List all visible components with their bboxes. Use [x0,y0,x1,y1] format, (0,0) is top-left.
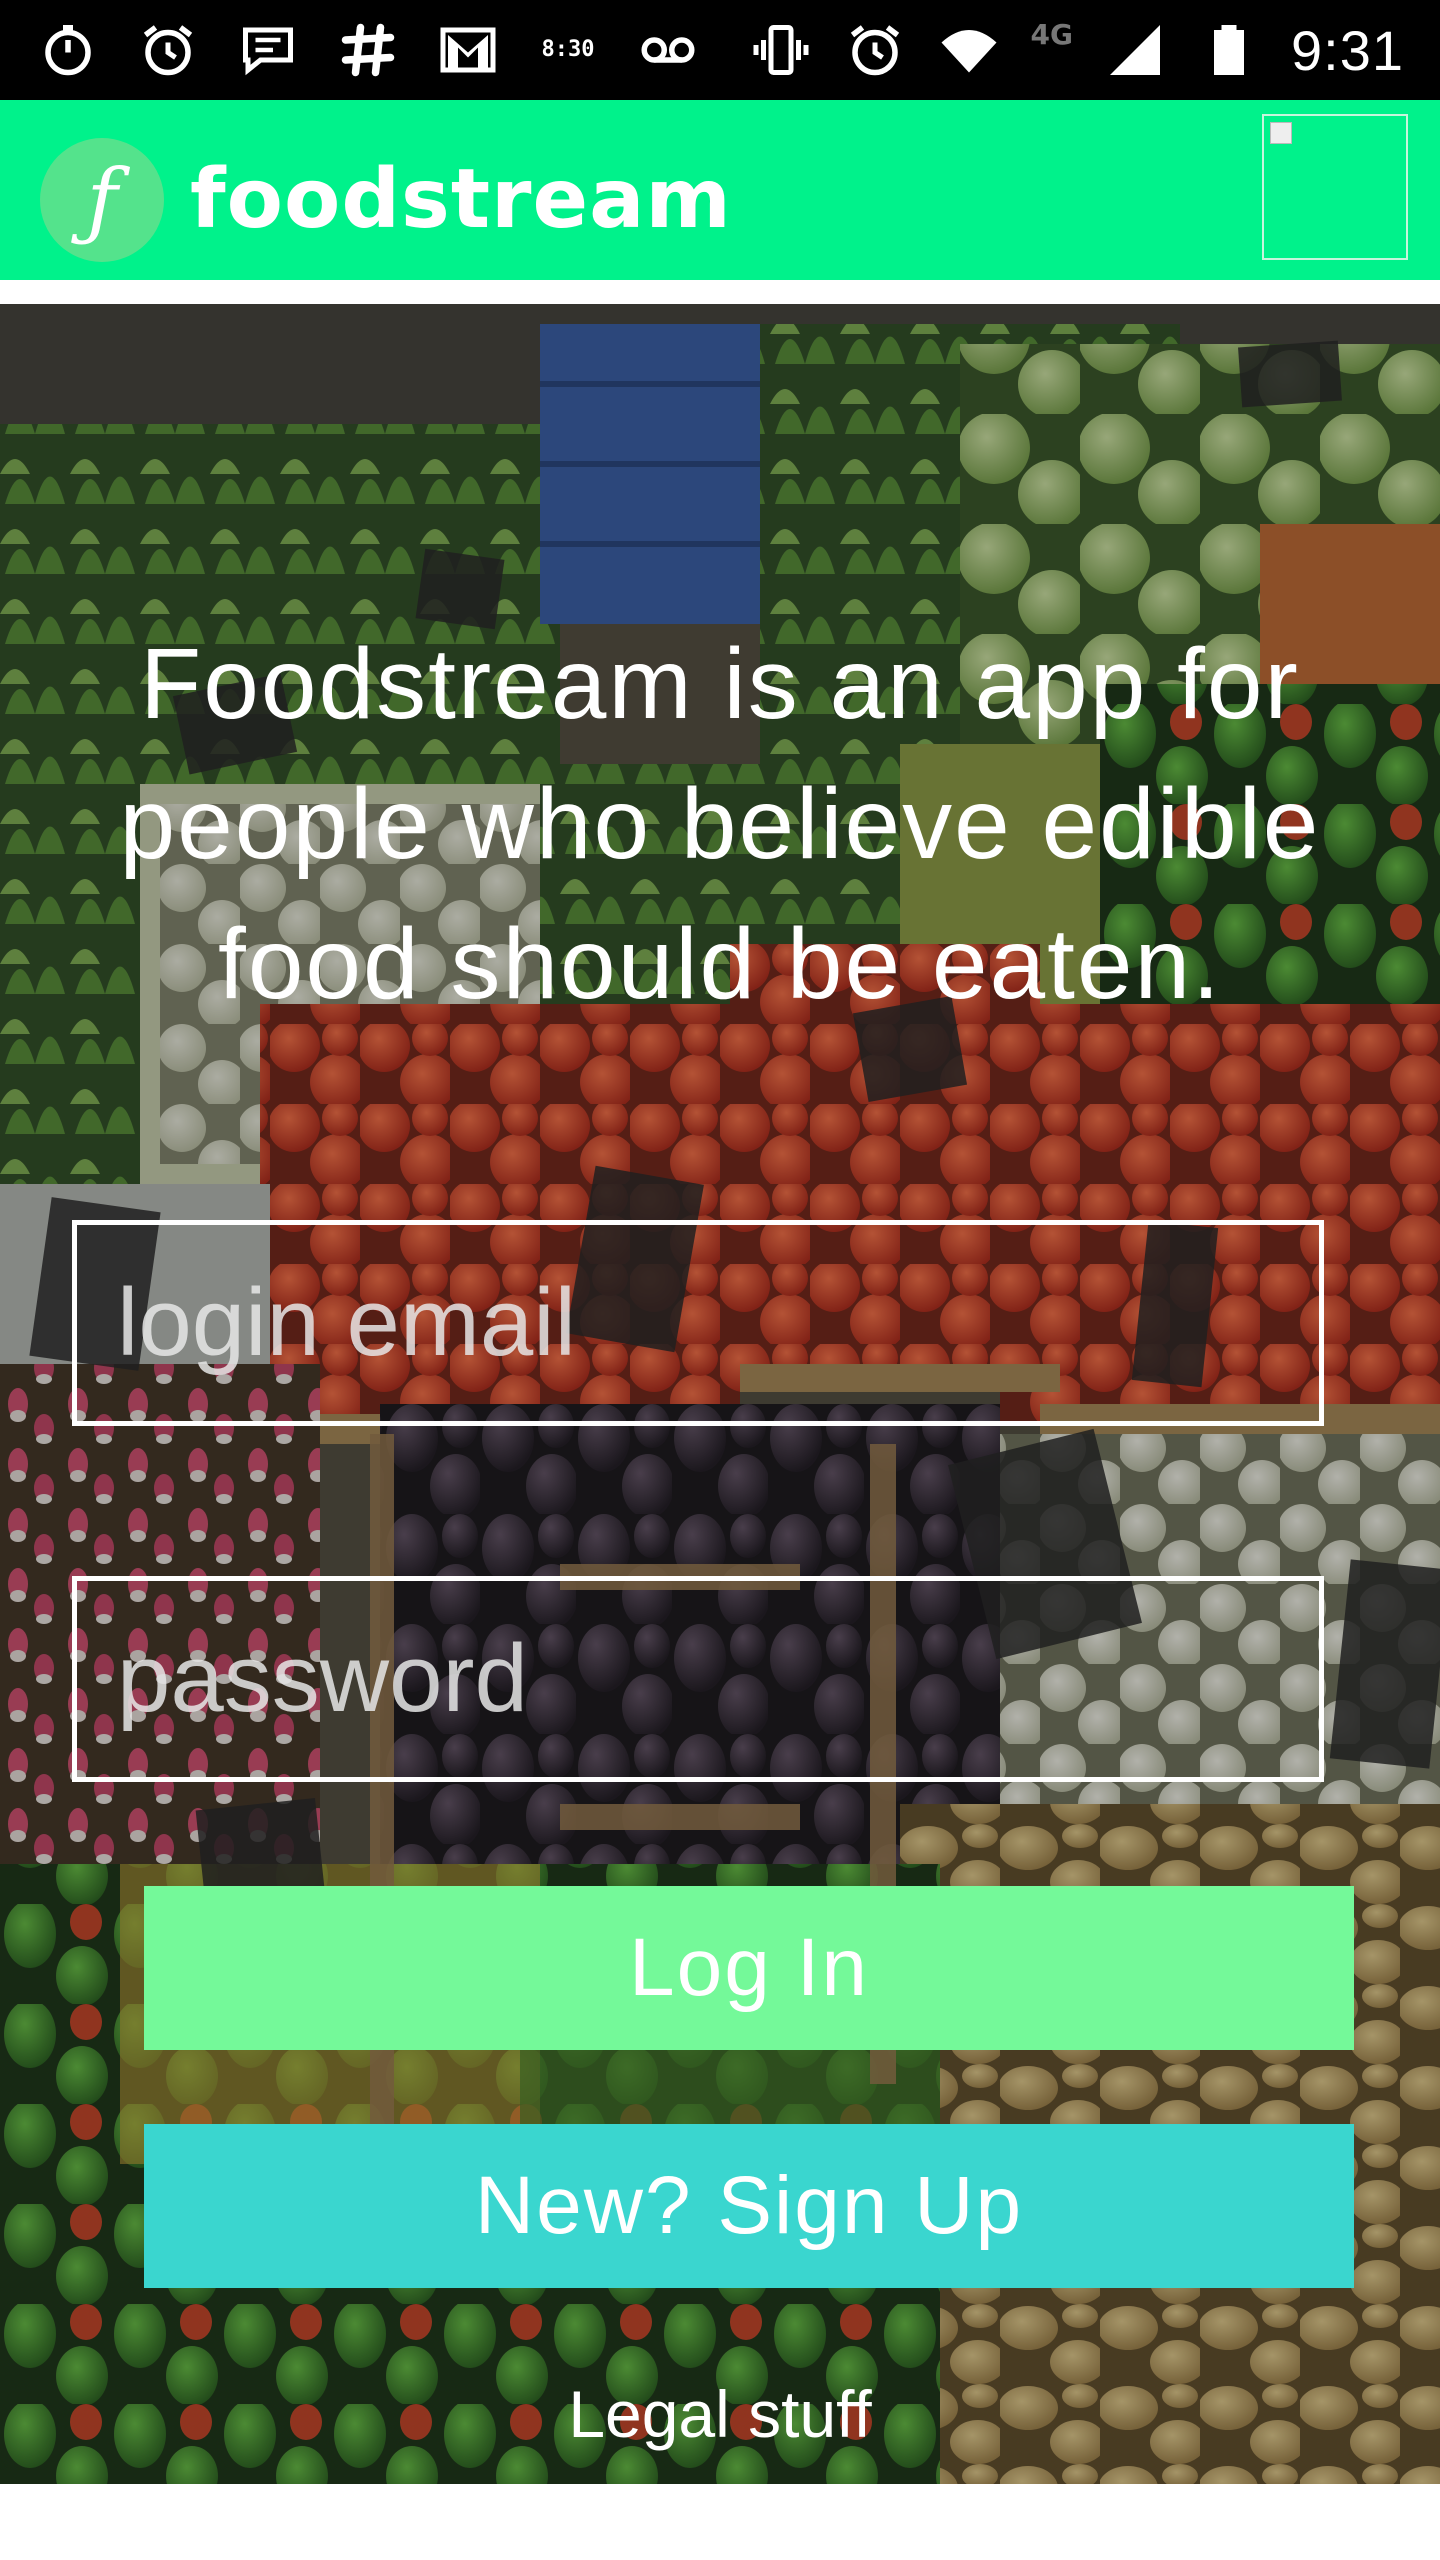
cell-signal-icon [1103,18,1167,82]
status-bar-right: 4G 9:31 [749,14,1404,86]
email-input[interactable] [117,1225,1277,1421]
status-time: 9:31 [1291,18,1404,82]
alarm-icon [136,18,200,82]
app-bar-divider [0,280,1440,304]
password-input[interactable] [117,1581,1277,1777]
network-type-label: 4G [1030,17,1073,51]
screen: 8:30 4G 9:31 ƒ foodstream Foodstream is … [0,0,1440,2560]
broken-image-glyph [1270,122,1292,144]
status-bar: 8:30 4G 9:31 [0,0,1440,100]
signup-button[interactable]: New? Sign Up [144,2124,1354,2288]
legal-link[interactable]: Legal stuff [0,2376,1440,2452]
vibrate-icon [749,18,813,82]
login-button[interactable]: Log In [144,1886,1354,2050]
broken-image-icon[interactable] [1262,114,1408,260]
email-field[interactable] [72,1220,1324,1426]
stopwatch-icon [36,18,100,82]
app-title: foodstream [190,152,732,247]
logo-glyph: ƒ [86,151,118,249]
password-field[interactable] [72,1576,1324,1782]
signup-button-label: New? Sign Up [474,2160,1024,2251]
battery-icon [1197,18,1261,82]
login-button-label: Log In [629,1922,869,2013]
wifi-icon [937,18,1001,82]
gmail-icon [436,18,500,82]
chat-icon [236,18,300,82]
tagline: Foodstream is an app for people who beli… [119,628,1321,1020]
app-logo-icon[interactable]: ƒ [40,138,164,262]
clock-widget-text: 8:30 [541,37,595,62]
voicemail-icon [636,18,700,82]
hero-section: Foodstream is an app for people who beli… [0,304,1440,2484]
status-bar-left: 8:30 [36,14,700,86]
clock-widget-icon: 8:30 [536,18,600,82]
slack-icon [336,18,400,82]
alarm-icon [843,18,907,82]
